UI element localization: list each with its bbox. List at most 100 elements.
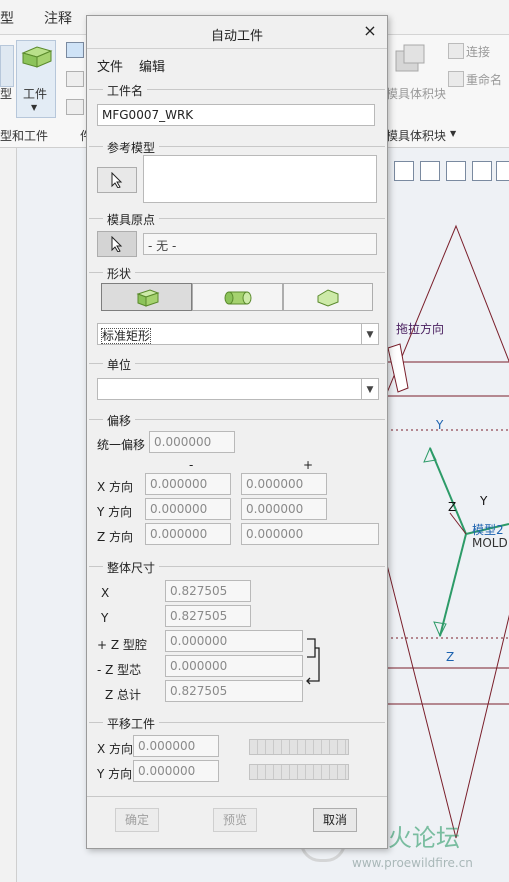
- drag-direction-label: 拖拉方向: [396, 322, 445, 336]
- side-panel-edge: [0, 148, 17, 882]
- ok-button[interactable]: 确定: [115, 808, 159, 832]
- display-style-icon[interactable]: [446, 161, 466, 181]
- chevron-down-icon[interactable]: ▼: [361, 324, 378, 344]
- auto-workpiece-dialog: 自动工件 × 文件 编辑 工件名 MFG0007_WRK 参考模型 模具原点 -…: [86, 15, 388, 849]
- workpiece-name-title: 工件名: [103, 82, 148, 99]
- csys-mold-label: MOLD: [472, 536, 508, 550]
- reference-model-box[interactable]: [143, 155, 377, 203]
- offset-z-minus-input[interactable]: 0.000000: [145, 523, 231, 545]
- menu-file[interactable]: 文件: [97, 56, 123, 75]
- offset-y-plus-input[interactable]: 0.000000: [241, 498, 327, 520]
- axis-z-label: Z: [446, 650, 455, 664]
- close-icon[interactable]: ×: [361, 22, 379, 40]
- dialog-title: 自动工件: [210, 29, 263, 44]
- mold-origin-group: 模具原点 - 无 -: [89, 211, 385, 271]
- view-toolbar: [388, 158, 509, 184]
- offset-z-plus-input[interactable]: 0.000000: [241, 523, 379, 545]
- custom-shape-icon: [317, 289, 339, 307]
- shape-cylinder-button[interactable]: [192, 283, 283, 311]
- origin-select-button[interactable]: [97, 231, 137, 257]
- translate-y-label: Y 方向: [97, 767, 133, 781]
- workpiece-button-label: 工件: [23, 87, 48, 101]
- shape-dropdown[interactable]: 标准矩形 ▼: [97, 323, 379, 345]
- view-icon[interactable]: [420, 161, 440, 181]
- model-button-icon[interactable]: [0, 45, 14, 87]
- tool-icon[interactable]: [66, 71, 84, 87]
- shape-group: 形状 标准矩形 ▼: [89, 265, 385, 357]
- cursor-arrow-icon: [111, 235, 123, 253]
- shape-title: 形状: [103, 265, 136, 282]
- translate-x-input[interactable]: 0.000000: [133, 735, 219, 757]
- connect-icon: [448, 43, 464, 59]
- units-dropdown[interactable]: ▼: [97, 378, 379, 400]
- box-icon: [136, 289, 160, 307]
- shape-box-button[interactable]: [101, 283, 192, 311]
- overall-y-input[interactable]: 0.827505: [165, 605, 251, 627]
- offset-title: 偏移: [103, 412, 136, 429]
- cancel-button[interactable]: 取消: [313, 808, 357, 832]
- plus-header: +: [303, 458, 314, 472]
- workpiece-icon: [21, 46, 53, 68]
- translate-x-label: X 方向: [97, 742, 134, 756]
- minus-header: -: [189, 458, 194, 472]
- uniform-offset-label: 统一偏移: [97, 438, 146, 452]
- shape-custom-button[interactable]: [283, 283, 373, 311]
- cylinder-icon: [224, 291, 252, 305]
- tool-icon[interactable]: [66, 99, 84, 115]
- overall-x-label: X: [101, 586, 110, 600]
- preview-button[interactable]: 预览: [213, 808, 257, 832]
- mold-volume-icon[interactable]: [392, 43, 428, 77]
- overall-zcavity-label: + Z 型腔: [97, 638, 147, 652]
- chevron-down-icon[interactable]: ▼: [450, 129, 456, 138]
- units-group: 单位 ▼: [89, 356, 385, 412]
- model-button-label[interactable]: 型: [0, 85, 12, 102]
- datum-display-icon[interactable]: [472, 161, 492, 181]
- csys-z-label: Z: [448, 500, 457, 514]
- overall-size-title: 整体尺寸: [103, 559, 160, 576]
- dialog-titlebar[interactable]: 自动工件 ×: [87, 16, 387, 49]
- mold-volume-button-label[interactable]: 模具体积块: [386, 85, 446, 102]
- watermark-url: www.proewildfire.cn: [352, 856, 473, 870]
- overall-ztotal-input[interactable]: 0.827505: [165, 680, 303, 702]
- rename-icon: [448, 71, 464, 87]
- shape-dropdown-value: 标准矩形: [100, 328, 152, 344]
- translate-title: 平移工件: [103, 715, 160, 732]
- translate-x-slider[interactable]: [249, 739, 349, 755]
- overall-x-input[interactable]: 0.827505: [165, 580, 251, 602]
- group-label-mold-volume[interactable]: 模具体积块: [386, 127, 446, 144]
- axis-y-label: Y: [436, 418, 444, 432]
- uniform-offset-input[interactable]: 0.000000: [149, 431, 235, 453]
- reference-model-group: 参考模型: [89, 139, 385, 217]
- translate-y-input[interactable]: 0.000000: [133, 760, 219, 782]
- offset-x-minus-input[interactable]: 0.000000: [145, 473, 231, 495]
- settings-icon[interactable]: [496, 161, 509, 181]
- group-label-model-workpiece: 型和工件: [0, 129, 49, 143]
- offset-y-minus-input[interactable]: 0.000000: [145, 498, 231, 520]
- mold-origin-title: 模具原点: [103, 211, 160, 228]
- refit-icon[interactable]: [394, 161, 414, 181]
- translate-workpiece-group: 平移工件 X 方向 0.000000 Y 方向 0.000000: [89, 715, 385, 795]
- csys-y-label: Y: [480, 494, 488, 508]
- workpiece-button[interactable]: 工件 ▼: [16, 40, 56, 118]
- tool-icon[interactable]: [66, 42, 84, 58]
- menu-edit[interactable]: 编辑: [139, 56, 165, 75]
- overall-ztotal-label: Z 总计: [105, 688, 142, 702]
- overall-zcore-label: - Z 型芯: [97, 663, 142, 677]
- offset-x-plus-input[interactable]: 0.000000: [241, 473, 327, 495]
- shape-buttons: [101, 283, 373, 311]
- mold-origin-value: - 无 -: [143, 233, 377, 255]
- chevron-down-icon[interactable]: ▼: [361, 379, 378, 399]
- overall-zcavity-input[interactable]: 0.000000: [165, 630, 303, 652]
- sum-bracket-icon: [306, 638, 320, 685]
- translate-y-slider[interactable]: [249, 764, 349, 780]
- connect-button[interactable]: 连接: [466, 43, 490, 60]
- overall-zcore-input[interactable]: 0.000000: [165, 655, 303, 677]
- units-title: 单位: [103, 356, 136, 373]
- tab-model[interactable]: 型: [0, 8, 14, 28]
- workpiece-name-input[interactable]: MFG0007_WRK: [97, 104, 375, 126]
- tab-annotation[interactable]: 注释: [44, 8, 72, 28]
- rename-button[interactable]: 重命名: [466, 71, 502, 88]
- chevron-down-icon: ▼: [31, 103, 38, 112]
- offset-y-label: Y 方向: [97, 505, 133, 519]
- select-arrow-button[interactable]: [97, 167, 137, 193]
